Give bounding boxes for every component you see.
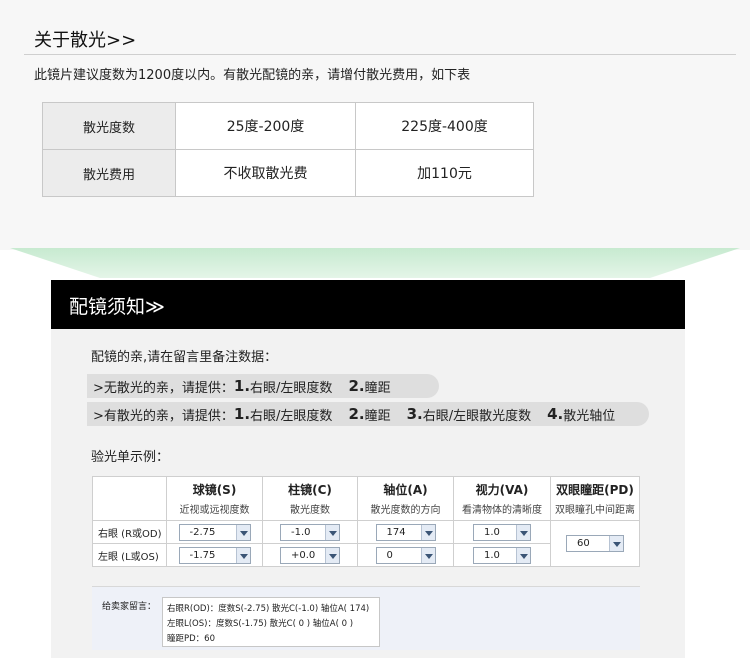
notice-header: 配镜须知≫ xyxy=(51,280,685,329)
right-eye-label: 右眼 (R或OD) xyxy=(92,520,167,544)
chevron-down-icon xyxy=(325,524,339,540)
table-row: 球镜(S) 近视或远视度数 柱镜(C) 散光度数 轴位(A) 散光度数的方向 视… xyxy=(92,476,640,521)
astigmatism-requirement: >有散光的亲，请提供： 1. 右眼/左眼度数 2. 瞳距 3. 右眼/左眼散光度… xyxy=(87,402,649,426)
header-sphere: 球镜(S) 近视或远视度数 xyxy=(166,476,263,521)
requirement-text: 散光轴位 xyxy=(563,408,616,424)
right-va-select[interactable]: 1.0 xyxy=(473,523,531,541)
table-cell: 不收取散光费 xyxy=(175,149,356,197)
astigmatism-title: 关于散光>> xyxy=(34,30,137,51)
table-cell: 225度-400度 xyxy=(355,102,534,150)
requirement-prefix: >有散光的亲，请提供： xyxy=(93,408,234,424)
right-cylinder-select[interactable]: -1.0 xyxy=(280,523,340,541)
step-number: 3. xyxy=(406,405,423,423)
notice-title: 配镜须知≫ xyxy=(69,296,165,318)
requirement-text: 右眼/左眼度数 xyxy=(250,408,333,424)
requirement-text: 右眼/左眼散光度数 xyxy=(422,408,532,424)
step-number: 1. xyxy=(233,405,251,423)
step-number: 1. xyxy=(233,377,251,395)
pd-select[interactable]: 60 xyxy=(566,535,624,552)
notice-intro: 配镜的亲,请在留言里备注数据： xyxy=(91,350,278,365)
no-astigmatism-requirement: >无散光的亲，请提供： 1. 右眼/左眼度数 2. 瞳距 xyxy=(87,374,439,398)
seller-message-label: 给卖家留言： xyxy=(102,602,157,612)
table-row: 散光费用 不收取散光费 加110元 xyxy=(42,149,534,197)
message-line: 左眼L(OS)：度数S(-1.75) 散光C( 0 ) 轴位A( 0 ) xyxy=(167,619,354,629)
chevron-down-icon xyxy=(420,524,435,540)
sample-label: 验光单示例： xyxy=(91,450,170,465)
prescription-table: 球镜(S) 近视或远视度数 柱镜(C) 散光度数 轴位(A) 散光度数的方向 视… xyxy=(92,476,640,567)
seller-message-section: 给卖家留言： 右眼R(OD)：度数S(-2.75) 散光C(-1.0) 轴位A(… xyxy=(92,586,640,650)
divider xyxy=(24,54,736,55)
seller-message-textarea[interactable]: 右眼R(OD)：度数S(-2.75) 散光C(-1.0) 轴位A( 174) 左… xyxy=(162,597,380,647)
header-cylinder: 柱镜(C) 散光度数 xyxy=(262,476,358,521)
notice-card: 配镜须知≫ 配镜的亲,请在留言里备注数据： >无散光的亲，请提供： 1. 右眼/… xyxy=(51,280,685,658)
header-axis: 轴位(A) 散光度数的方向 xyxy=(357,476,454,521)
table-header-fee: 散光费用 xyxy=(42,149,176,197)
requirement-text: 瞳距 xyxy=(364,380,391,396)
funnel-graphic xyxy=(10,248,740,278)
right-sphere-select[interactable]: -2.75 xyxy=(178,523,251,541)
table-row: 右眼 (R或OD) -2.75 -1.0 174 1.0 60 xyxy=(92,520,640,567)
step-number: 2. xyxy=(348,377,365,395)
requirement-prefix: >无散光的亲，请提供： xyxy=(93,380,234,396)
right-axis-select[interactable]: 174 xyxy=(375,523,436,541)
left-va-select[interactable]: 1.0 xyxy=(473,546,531,564)
step-number: 2. xyxy=(348,405,365,423)
chevron-down-icon xyxy=(516,547,530,563)
chevron-down-icon xyxy=(235,547,250,563)
step-number: 4. xyxy=(547,405,564,423)
requirement-text: 右眼/左眼度数 xyxy=(250,380,333,396)
requirement-text: 瞳距 xyxy=(364,408,391,424)
table-cell: 25度-200度 xyxy=(175,102,356,150)
table-cell: 加110元 xyxy=(355,149,534,197)
astigmatism-fee-table: 散光度数 25度-200度 225度-400度 散光费用 不收取散光费 加110… xyxy=(42,102,534,197)
message-line: 右眼R(OD)：度数S(-2.75) 散光C(-1.0) 轴位A( 174) xyxy=(167,604,370,614)
table-row: 散光度数 25度-200度 225度-400度 xyxy=(42,102,534,150)
chevron-down-icon xyxy=(609,536,623,551)
chevron-down-icon xyxy=(516,524,530,540)
chevron-down-icon xyxy=(235,524,250,540)
astigmatism-note: 此镜片建议度数为1200度以内。有散光配镜的亲，请增付散光费用，如下表 xyxy=(34,68,471,83)
table-header-degree: 散光度数 xyxy=(42,102,176,150)
header-pupil-distance: 双眼瞳距(PD) 双眼瞳孔中间距离 xyxy=(550,476,640,521)
header-visual-acuity: 视力(VA) 看清物体的清晰度 xyxy=(453,476,551,521)
astigmatism-section: 关于散光>> 此镜片建议度数为1200度以内。有散光配镜的亲，请增付散光费用，如… xyxy=(0,0,750,250)
chevron-down-icon xyxy=(420,547,435,563)
left-sphere-select[interactable]: -1.75 xyxy=(178,546,251,564)
left-cylinder-select[interactable]: +0.0 xyxy=(280,546,340,564)
corner-cell xyxy=(92,476,167,521)
left-eye-label: 左眼 (L或OS) xyxy=(92,543,167,567)
message-line: 瞳距PD：60 xyxy=(167,634,215,644)
left-axis-select[interactable]: 0 xyxy=(375,546,436,564)
chevron-down-icon xyxy=(325,547,339,563)
